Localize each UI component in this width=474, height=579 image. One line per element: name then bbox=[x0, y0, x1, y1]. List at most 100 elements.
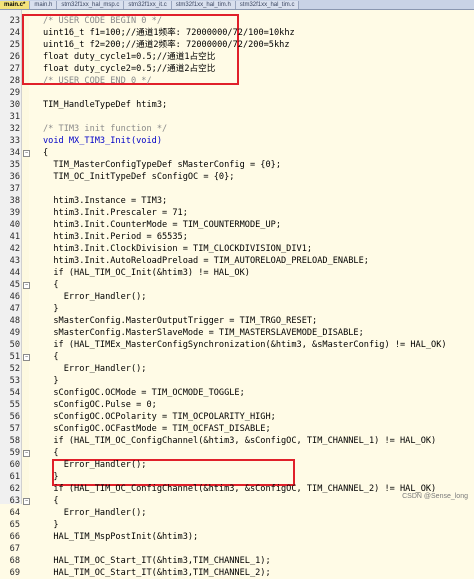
code-line[interactable]: sConfigOC.Pulse = 0; bbox=[43, 399, 157, 411]
code-line[interactable]: /* TIM3 init function */ bbox=[43, 123, 167, 135]
code-line[interactable]: float duty_cycle2=0.5;//通道2占空比 bbox=[43, 63, 215, 75]
line-number: 29 bbox=[0, 87, 20, 99]
line-number: 49 bbox=[0, 327, 20, 339]
line-number: 25 bbox=[0, 39, 20, 51]
file-tab[interactable]: main.c* bbox=[0, 1, 30, 9]
code-line[interactable]: { bbox=[43, 495, 59, 507]
code-line[interactable]: if (HAL_TIM_OC_Init(&htim3) != HAL_OK) bbox=[43, 267, 250, 279]
line-number: 40 bbox=[0, 219, 20, 231]
line-number: 60 bbox=[0, 459, 20, 471]
line-number: 32 bbox=[0, 123, 20, 135]
fold-toggle-icon[interactable]: − bbox=[23, 354, 30, 361]
file-tab[interactable]: stm32f1xx_hal_msp.c bbox=[57, 1, 124, 9]
code-line[interactable]: TIM_HandleTypeDef htim3; bbox=[43, 99, 167, 111]
code-line[interactable]: void MX_TIM3_Init(void) bbox=[43, 135, 162, 147]
code-line[interactable]: /* USER CODE BEGIN 0 */ bbox=[43, 15, 162, 27]
line-number: 23 bbox=[0, 15, 20, 27]
code-line[interactable]: sConfigOC.OCFastMode = TIM_OCFAST_DISABL… bbox=[43, 423, 271, 435]
code-line[interactable]: sConfigOC.OCMode = TIM_OCMODE_TOGGLE; bbox=[43, 387, 245, 399]
line-number: 65 bbox=[0, 519, 20, 531]
code-line[interactable]: HAL_TIM_MspPostInit(&htim3); bbox=[43, 531, 198, 543]
line-number: 61 bbox=[0, 471, 20, 483]
code-line[interactable]: Error_Handler(); bbox=[43, 507, 146, 519]
code-line[interactable]: } bbox=[43, 375, 59, 387]
line-number: 51 bbox=[0, 351, 20, 363]
code-line[interactable]: HAL_TIM_OC_Start_IT(&htim3,TIM_CHANNEL_2… bbox=[43, 567, 271, 579]
code-line[interactable]: uint16_t f1=100;//通道1频率: 72000000/72/100… bbox=[43, 27, 295, 39]
code-line[interactable]: htim3.Init.ClockDivision = TIM_CLOCKDIVI… bbox=[43, 243, 312, 255]
code-line[interactable]: } bbox=[43, 471, 59, 483]
code-line[interactable]: Error_Handler(); bbox=[43, 363, 146, 375]
line-number: 69 bbox=[0, 567, 20, 579]
line-number: 36 bbox=[0, 171, 20, 183]
fold-toggle-icon[interactable]: − bbox=[23, 450, 30, 457]
code-line[interactable]: sConfigOC.OCPolarity = TIM_OCPOLARITY_HI… bbox=[43, 411, 276, 423]
line-number: 37 bbox=[0, 183, 20, 195]
line-number: 68 bbox=[0, 555, 20, 567]
code-line[interactable]: htim3.Init.Prescaler = 71; bbox=[43, 207, 188, 219]
line-number: 43 bbox=[0, 255, 20, 267]
code-line[interactable]: } bbox=[43, 519, 59, 531]
line-number: 58 bbox=[0, 435, 20, 447]
code-line[interactable]: htim3.Instance = TIM3; bbox=[43, 195, 167, 207]
code-line[interactable]: sMasterConfig.MasterOutputTrigger = TIM_… bbox=[43, 315, 317, 327]
line-number: 35 bbox=[0, 159, 20, 171]
code-line[interactable]: Error_Handler(); bbox=[43, 291, 146, 303]
file-tab[interactable]: stm32f1xx_hal_tim.c bbox=[236, 1, 300, 9]
code-line[interactable]: if (HAL_TIM_OC_ConfigChannel(&htim3, &sC… bbox=[43, 435, 436, 447]
line-number: 46 bbox=[0, 291, 20, 303]
code-line[interactable]: uint16_t f2=200;//通道2频率: 72000000/72/200… bbox=[43, 39, 290, 51]
line-number: 57 bbox=[0, 423, 20, 435]
fold-toggle-icon[interactable]: − bbox=[23, 282, 30, 289]
code-line[interactable]: TIM_MasterConfigTypeDef sMasterConfig = … bbox=[43, 159, 281, 171]
code-line[interactable]: sMasterConfig.MasterSlaveMode = TIM_MAST… bbox=[43, 327, 364, 339]
code-line[interactable]: HAL_TIM_OC_Start_IT(&htim3,TIM_CHANNEL_1… bbox=[43, 555, 271, 567]
code-line[interactable]: htim3.Init.Period = 65535; bbox=[43, 231, 188, 243]
line-number: 55 bbox=[0, 399, 20, 411]
line-number: 67 bbox=[0, 543, 20, 555]
code-line[interactable]: { bbox=[43, 279, 59, 291]
code-line[interactable]: TIM_OC_InitTypeDef sConfigOC = {0}; bbox=[43, 171, 234, 183]
line-number: 64 bbox=[0, 507, 20, 519]
line-number: 42 bbox=[0, 243, 20, 255]
line-number: 26 bbox=[0, 51, 20, 63]
code-line[interactable]: htim3.Init.AutoReloadPreload = TIM_AUTOR… bbox=[43, 255, 369, 267]
line-number: 63 bbox=[0, 495, 20, 507]
file-tab[interactable]: stm32f1xx_hal_tim.h bbox=[172, 1, 236, 9]
code-line[interactable]: { bbox=[43, 147, 48, 159]
code-line[interactable]: { bbox=[43, 447, 59, 459]
line-number: 28 bbox=[0, 75, 20, 87]
code-line[interactable]: { bbox=[43, 351, 59, 363]
line-number: 59 bbox=[0, 447, 20, 459]
line-number: 66 bbox=[0, 531, 20, 543]
line-number: 31 bbox=[0, 111, 20, 123]
line-number: 45 bbox=[0, 279, 20, 291]
code-line[interactable]: /* USER CODE END 0 */ bbox=[43, 75, 152, 87]
line-number: 52 bbox=[0, 363, 20, 375]
code-line[interactable]: if (HAL_TIM_OC_ConfigChannel(&htim3, &sC… bbox=[43, 483, 436, 495]
line-number: 39 bbox=[0, 207, 20, 219]
code-line[interactable]: htim3.Init.CounterMode = TIM_COUNTERMODE… bbox=[43, 219, 281, 231]
line-number: 38 bbox=[0, 195, 20, 207]
code-line[interactable]: if (HAL_TIMEx_MasterConfigSynchronizatio… bbox=[43, 339, 447, 351]
line-number: 48 bbox=[0, 315, 20, 327]
line-number: 54 bbox=[0, 387, 20, 399]
line-number: 27 bbox=[0, 63, 20, 75]
code-line[interactable]: } bbox=[43, 303, 59, 315]
line-number: 56 bbox=[0, 411, 20, 423]
line-number: 34 bbox=[0, 147, 20, 159]
line-number: 53 bbox=[0, 375, 20, 387]
line-number: 30 bbox=[0, 99, 20, 111]
line-number: 41 bbox=[0, 231, 20, 243]
line-number: 44 bbox=[0, 267, 20, 279]
file-tab[interactable]: stm32f1xx_it.c bbox=[124, 1, 171, 9]
line-number: 24 bbox=[0, 27, 20, 39]
code-line[interactable]: Error_Handler(); bbox=[43, 459, 146, 471]
file-tab[interactable]: main.h bbox=[30, 1, 57, 9]
fold-toggle-icon[interactable]: − bbox=[23, 150, 30, 157]
code-line[interactable]: float duty_cycle1=0.5;//通道1占空比 bbox=[43, 51, 215, 63]
line-number: 50 bbox=[0, 339, 20, 351]
line-number: 62 bbox=[0, 483, 20, 495]
file-tab-bar: main.c*main.hstm32f1xx_hal_msp.cstm32f1x… bbox=[0, 0, 474, 10]
line-number: 47 bbox=[0, 303, 20, 315]
